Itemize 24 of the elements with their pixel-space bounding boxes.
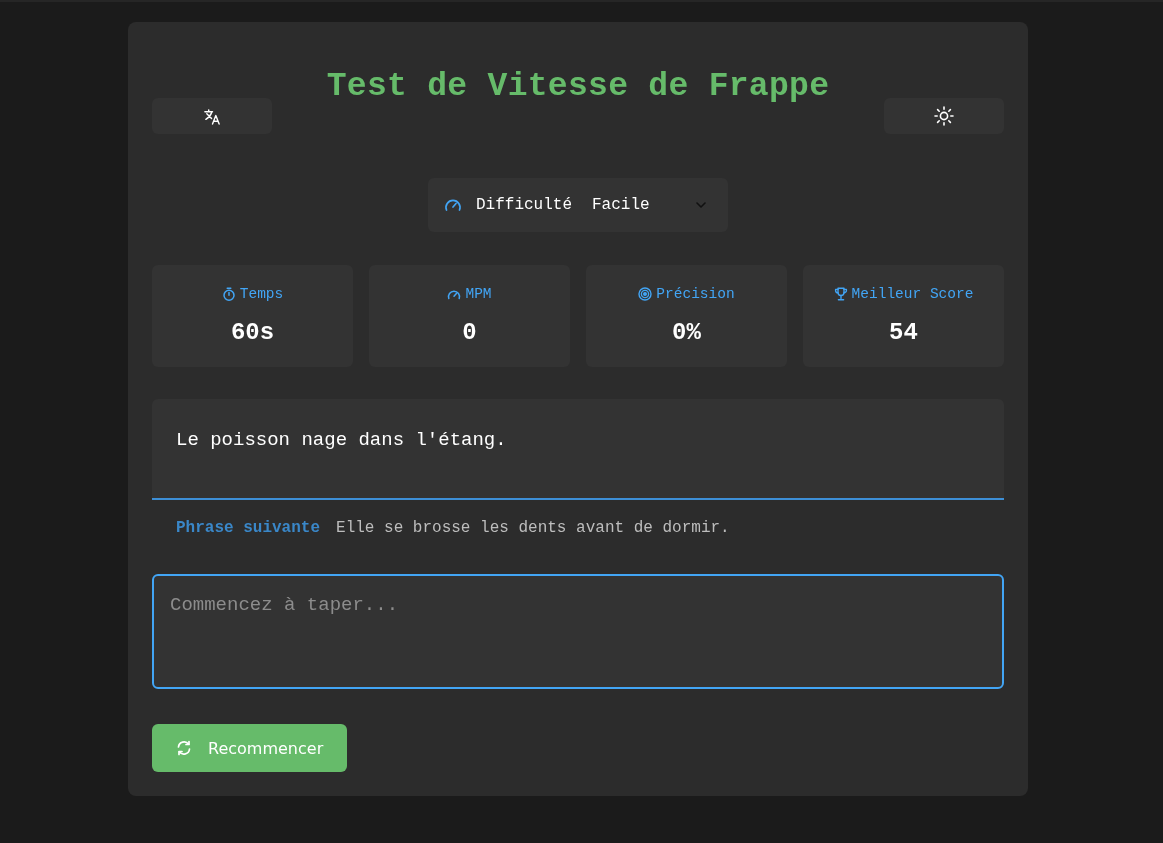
sun-icon — [934, 106, 954, 126]
stat-label: Meilleur Score — [851, 285, 974, 304]
target-icon — [638, 287, 653, 301]
app-title: Test de Vitesse de Frappe — [325, 67, 831, 107]
stat-label: Précision — [656, 285, 735, 304]
difficulty-label: Difficulté — [476, 196, 572, 214]
difficulty-dropdown[interactable]: Facile — [592, 190, 706, 220]
chevron-down-icon — [696, 202, 706, 208]
typing-field[interactable]: Commencez à taper... — [152, 574, 1004, 689]
stopwatch-icon — [221, 287, 236, 301]
stat-label: Temps — [239, 285, 284, 304]
language-button[interactable] — [152, 98, 272, 134]
current-sentence: Le poisson nage dans l'étang. — [176, 429, 507, 451]
translate-icon — [202, 106, 222, 126]
stat-label: MPM — [465, 285, 492, 304]
stat-value: 54 — [889, 318, 918, 348]
stat-value: 60s — [230, 318, 275, 348]
next-sentence: Elle se brosse les dents avant de dormir. — [336, 518, 730, 539]
trophy-icon — [833, 287, 848, 301]
next-sentence-label: Phrase suivante — [176, 518, 321, 539]
stat-value: 0% — [672, 318, 701, 348]
stat-value: 0 — [462, 318, 477, 348]
refresh-icon — [176, 740, 192, 756]
theme-toggle-button[interactable] — [884, 98, 1004, 134]
